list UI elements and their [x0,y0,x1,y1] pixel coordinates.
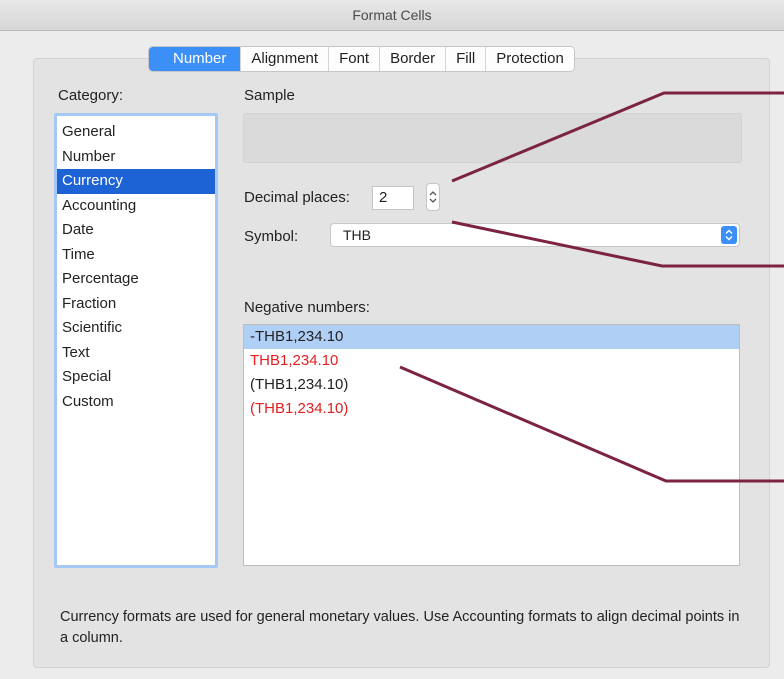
annotation-line-negative [399,365,784,483]
annotation-line-symbol [451,220,784,268]
annotation-line-decimal [451,91,784,183]
annotation-lines [399,91,784,483]
